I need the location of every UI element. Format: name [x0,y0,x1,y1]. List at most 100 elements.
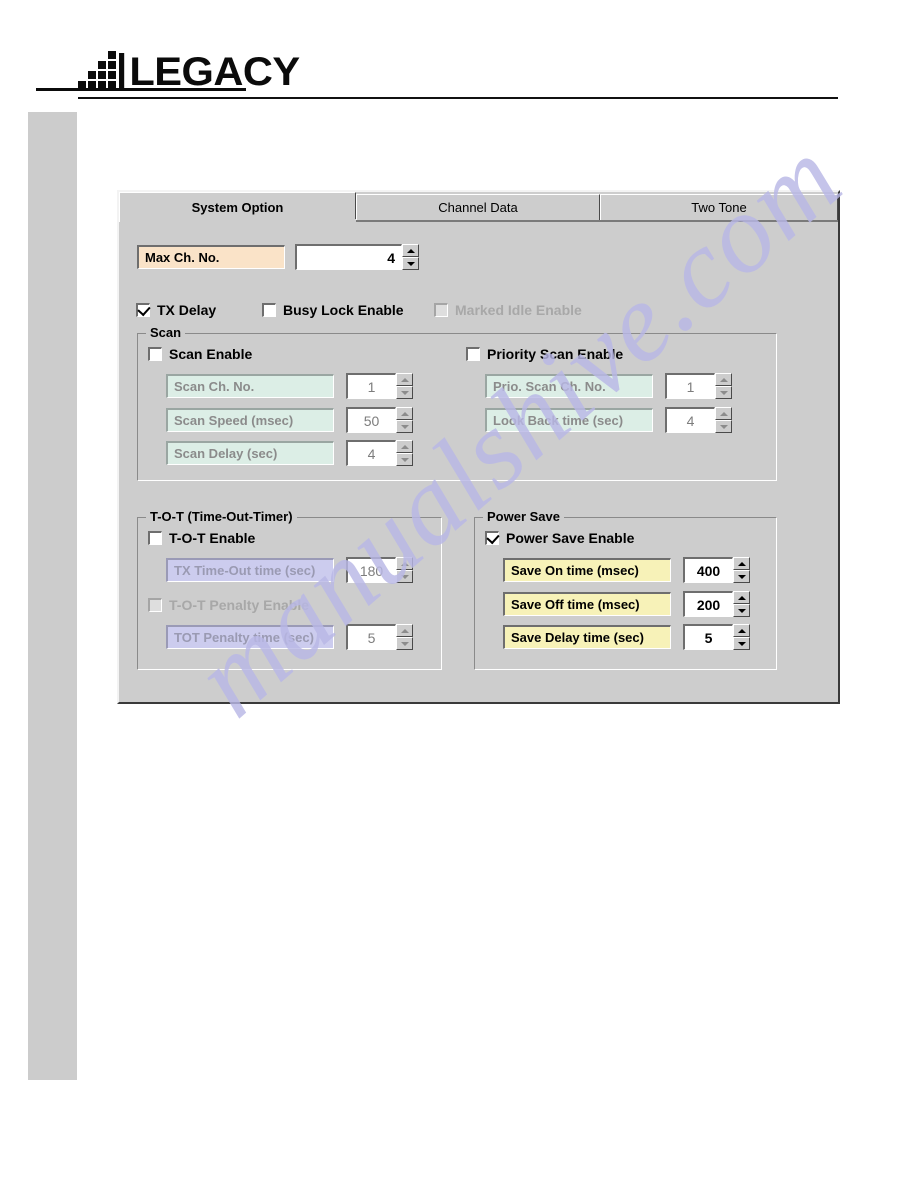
power-save-group-title: Power Save [483,509,564,524]
scan-ch-no-spinner-down[interactable] [396,386,413,399]
tab-system-option-label: System Option [191,200,284,215]
scan-ch-no-value[interactable]: 1 [346,373,396,399]
tx-time-out-time-spinner-down[interactable] [396,570,413,583]
page-side-bar [28,112,77,1080]
tot-penalty-time-label: TOT Penalty time (sec) [166,625,334,649]
look-back-time-spinner[interactable] [715,407,732,433]
marked-idle-label: Marked Idle Enable [455,302,582,318]
save-on-time-spinner-down[interactable] [733,570,750,583]
tot-penalty-enable-label: T-O-T Penalty Enable [169,597,310,613]
save-off-time-spinner[interactable] [733,591,750,617]
system-option-dialog: System Option Channel Data Two Tone Max … [117,190,840,704]
tab-two-tone[interactable]: Two Tone [600,194,838,220]
logo-underline [36,88,246,91]
checkbox-busy-lock-enable[interactable]: Busy Lock Enable [262,302,404,318]
checkbox-marked-idle-enable: Marked Idle Enable [434,302,582,318]
marked-idle-checkbox-box [434,303,448,317]
scan-enable-checkbox-box[interactable] [148,347,162,361]
tx-delay-checkbox-box[interactable] [136,302,151,317]
save-on-time-spinner[interactable] [733,557,750,583]
scan-speed-value[interactable]: 50 [346,407,396,433]
save-off-time-spinner-down[interactable] [733,604,750,617]
tot-enable-label: T-O-T Enable [169,530,256,546]
scan-ch-no-label: Scan Ch. No. [166,374,334,398]
tot-group: T-O-T (Time-Out-Timer) T-O-T Enable TX T… [137,509,442,670]
checkbox-priority-scan-enable[interactable]: Priority Scan Enable [466,346,623,362]
look-back-time-spinner-up[interactable] [715,407,732,420]
tx-time-out-time-spinner[interactable] [396,557,413,583]
scan-speed-label: Scan Speed (msec) [166,408,334,432]
power-save-enable-checkbox-box[interactable] [485,530,500,545]
legacy-logo: LEGACY [78,48,300,92]
scan-ch-no-spinner-up[interactable] [396,373,413,386]
save-delay-time-label: Save Delay time (sec) [503,625,671,649]
scan-delay-label: Scan Delay (sec) [166,441,334,465]
save-off-time-label: Save Off time (msec) [503,592,671,616]
scan-delay-value[interactable]: 4 [346,440,396,466]
prio-scan-ch-no-label: Prio. Scan Ch. No. [485,374,653,398]
tot-penalty-time-spinner-down[interactable] [396,637,413,650]
tot-penalty-time-value[interactable]: 5 [346,624,396,650]
logo-blocks-icon [78,51,116,89]
checkbox-tx-delay[interactable]: TX Delay [136,302,216,318]
scan-speed-spinner-down[interactable] [396,420,413,433]
power-save-group: Power Save Power Save Enable Save On tim… [474,509,777,670]
checkbox-scan-enable[interactable]: Scan Enable [148,346,252,362]
priority-scan-enable-checkbox-box[interactable] [466,347,480,361]
page-header: LEGACY [78,44,838,100]
save-on-time-value[interactable]: 400 [683,557,733,583]
active-tab-joint [120,219,356,222]
tab-bar: System Option Channel Data Two Tone [119,192,838,222]
tx-time-out-time-value[interactable]: 180 [346,557,396,583]
scan-group-title: Scan [146,325,186,340]
look-back-time-spinner-down[interactable] [715,420,732,433]
save-delay-time-value[interactable]: 5 [683,624,733,650]
save-delay-time-spinner[interactable] [733,624,750,650]
prio-scan-ch-no-value[interactable]: 1 [665,373,715,399]
header-rule [78,97,838,99]
look-back-time-value[interactable]: 4 [665,407,715,433]
scan-delay-spinner-up[interactable] [396,440,413,453]
scan-delay-spinner-down[interactable] [396,453,413,466]
max-ch-no-spinner-down[interactable] [402,257,419,270]
checkbox-tot-enable[interactable]: T-O-T Enable [148,530,255,546]
tab-channel-data[interactable]: Channel Data [356,194,600,220]
tot-penalty-time-spinner-up[interactable] [396,624,413,637]
tx-delay-label: TX Delay [157,302,217,318]
scan-group: Scan Scan Enable Priority Scan Enable Sc… [137,325,777,481]
save-off-time-spinner-up[interactable] [733,591,750,604]
save-off-time-value[interactable]: 200 [683,591,733,617]
tot-penalty-time-spinner[interactable] [396,624,413,650]
tot-enable-checkbox-box[interactable] [148,531,162,545]
tot-group-title: T-O-T (Time-Out-Timer) [146,509,297,524]
prio-scan-ch-no-spinner-down[interactable] [715,386,732,399]
save-delay-time-spinner-down[interactable] [733,637,750,650]
max-ch-no-spinner[interactable] [402,244,419,270]
checkbox-power-save-enable[interactable]: Power Save Enable [485,530,634,546]
tot-penalty-enable-checkbox-box [148,598,162,612]
save-delay-time-spinner-up[interactable] [733,624,750,637]
look-back-time-label: Look Back time (sec) [485,408,653,432]
save-on-time-spinner-up[interactable] [733,557,750,570]
scan-enable-label: Scan Enable [169,346,253,362]
scan-ch-no-spinner[interactable] [396,373,413,399]
max-ch-no-spinner-up[interactable] [402,244,419,257]
prio-scan-ch-no-spinner[interactable] [715,373,732,399]
busy-lock-label: Busy Lock Enable [283,302,404,318]
logo-wordmark: LEGACY [119,52,300,92]
priority-scan-enable-label: Priority Scan Enable [487,346,624,362]
tab-two-tone-label: Two Tone [691,200,747,215]
power-save-enable-label: Power Save Enable [506,530,635,546]
scan-speed-spinner[interactable] [396,407,413,433]
tx-time-out-time-spinner-up[interactable] [396,557,413,570]
scan-speed-spinner-up[interactable] [396,407,413,420]
prio-scan-ch-no-spinner-up[interactable] [715,373,732,386]
max-ch-no-value[interactable]: 4 [295,244,402,270]
tab-channel-data-label: Channel Data [438,200,518,215]
scan-delay-spinner[interactable] [396,440,413,466]
save-on-time-label: Save On time (msec) [503,558,671,582]
busy-lock-checkbox-box[interactable] [262,303,276,317]
max-ch-no-label: Max Ch. No. [137,245,285,269]
tab-system-option[interactable]: System Option [119,192,356,222]
tx-time-out-time-label: TX Time-Out time (sec) [166,558,334,582]
